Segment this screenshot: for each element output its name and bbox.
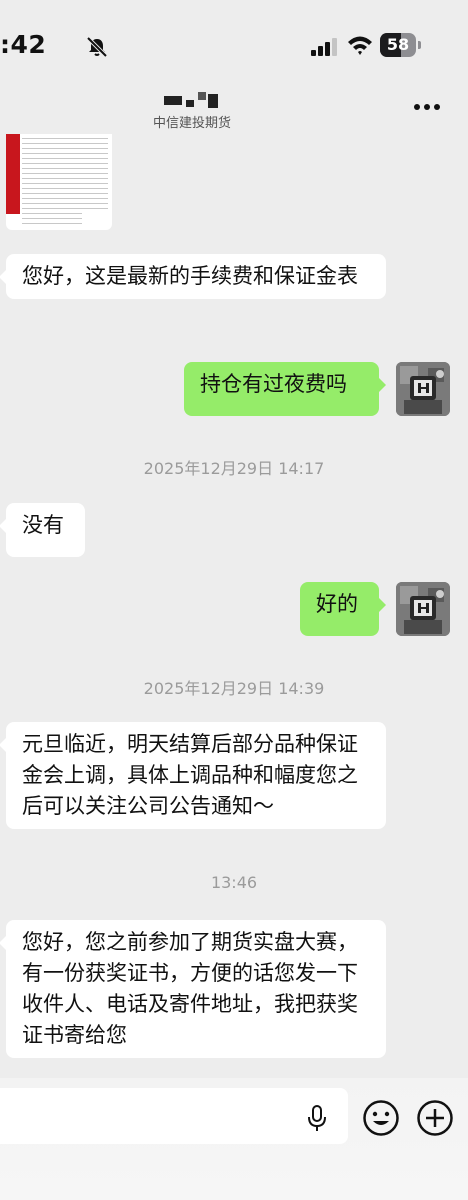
avatar[interactable] [396, 362, 450, 416]
thumbnail-table-line [22, 223, 82, 224]
timestamp: 2025年12月29日 14:17 [143, 459, 325, 478]
mic-icon[interactable] [306, 1105, 328, 1133]
thumbnail-table-line [22, 148, 108, 149]
bell-muted-icon [86, 36, 108, 58]
thumbnail-table-line [22, 158, 108, 159]
thumbnail-table-line [22, 203, 108, 204]
message-bubble-sent[interactable]: 好的 [300, 582, 386, 636]
thumbnail-table-line [22, 198, 108, 199]
image-message[interactable] [6, 134, 112, 230]
thumbnail-table-line [22, 168, 108, 169]
thumbnail-table-line [22, 173, 108, 174]
plus-icon[interactable] [416, 1099, 454, 1137]
more-icon[interactable] [414, 104, 444, 112]
thumbnail-table-line [22, 188, 108, 189]
battery-indicator: 58 [380, 33, 422, 57]
timestamp: 2025年12月29日 14:39 [143, 679, 325, 698]
status-bar: :42 58 [0, 0, 468, 86]
message-bubble-received[interactable]: 元旦临近，明天结算后部分品种保证金会上调，具体上调品种和幅度您之后可以关注公司公… [0, 722, 386, 829]
message-bubble-received[interactable]: 您好，这是最新的手续费和保证金表 [0, 254, 386, 299]
chat-header: 中信建投期货 [0, 86, 468, 134]
robot-avatar-icon [396, 582, 450, 636]
thumbnail-table-line [22, 213, 82, 214]
wifi-icon [348, 36, 372, 55]
thumbnail-table-line [22, 178, 108, 179]
avatar[interactable] [396, 582, 450, 636]
contact-name-blurred [160, 90, 230, 108]
thumbnail-table-line [22, 218, 82, 219]
message-bubble-received[interactable]: 您好，您之前参加了期货实盘大赛，有一份获奖证书，方便的话您发一下收件人、电话及寄… [0, 920, 386, 1058]
thumbnail-table-line [22, 153, 108, 154]
emoji-icon[interactable] [362, 1099, 400, 1137]
input-bar [0, 1078, 468, 1200]
message-bubble-sent[interactable]: 持仓有过夜费吗 [184, 362, 386, 416]
cellular-signal-icon [311, 38, 337, 56]
thumbnail-table-line [22, 193, 108, 194]
thumbnail-table-line [22, 138, 108, 139]
thumbnail-table-line [22, 208, 108, 209]
battery-percent: 58 [386, 35, 410, 54]
thumbnail-table-line [22, 183, 108, 184]
thumbnail-table-line [22, 143, 108, 144]
robot-avatar-icon [396, 362, 450, 416]
contact-subtitle: 中信建投期货 [152, 116, 231, 131]
thumbnail-table-line [22, 163, 108, 164]
message-bubble-received[interactable]: 没有 [0, 503, 85, 557]
status-time: :42 [0, 30, 47, 59]
message-input[interactable] [0, 1088, 348, 1144]
timestamp: 13:46 [210, 873, 258, 892]
